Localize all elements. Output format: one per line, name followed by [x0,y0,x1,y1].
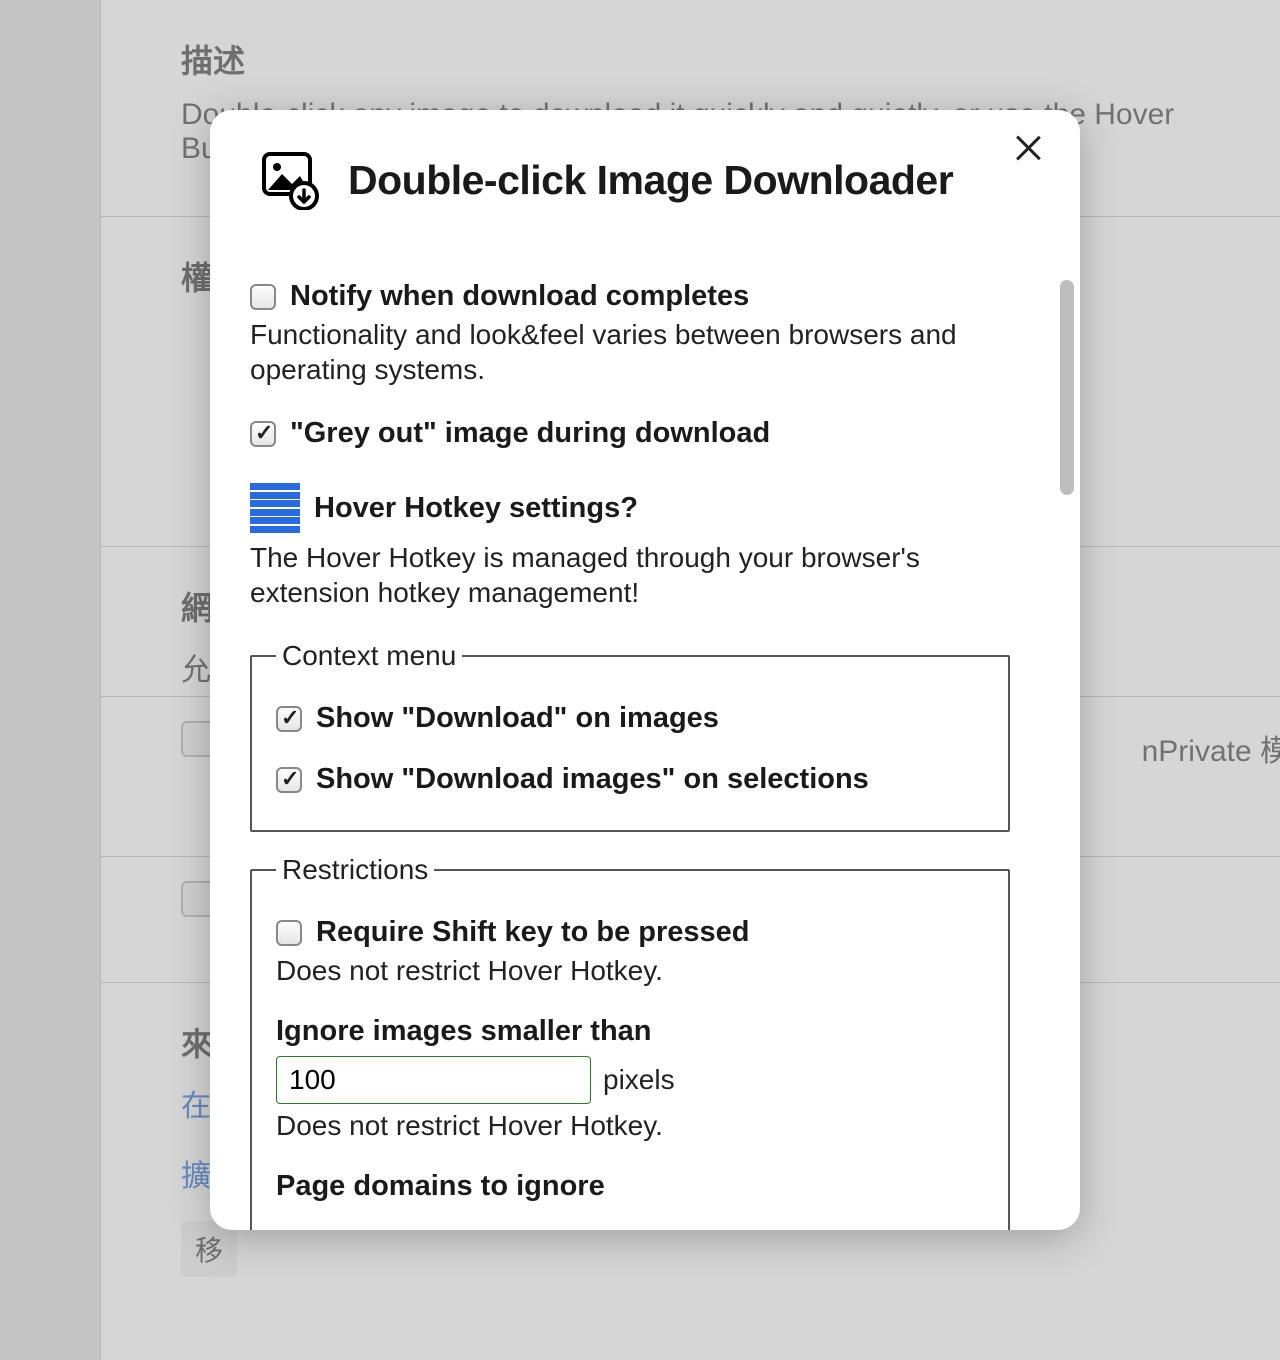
option-notify: Notify when download completes Functiona… [250,280,1010,387]
res-ignore-label: Ignore images smaller than [276,1015,984,1048]
modal-title: Double-click Image Downloader [348,157,953,204]
px-unit: pixels [603,1064,675,1096]
ctx-item2-label: Show "Download images" on selections [316,763,869,796]
extension-options-modal: Double-click Image Downloader Notify whe… [210,110,1080,1230]
fieldset-context-menu: Context menu Show "Download" on images S… [250,640,1010,832]
hh-label: Hover Hotkey settings? [314,492,638,525]
modal-body: Notify when download completes Functiona… [210,280,1080,1230]
res-domains-label: Page domains to ignore [276,1170,984,1203]
close-icon[interactable] [1010,130,1046,166]
checkbox-notify[interactable] [250,284,276,310]
extension-icon [260,150,320,210]
res-shift-label: Require Shift key to be pressed [316,916,750,949]
fieldset-restrictions: Restrictions Require Shift key to be pre… [250,854,1010,1230]
min-size-input[interactable] [276,1056,591,1104]
checkbox-greyout[interactable] [250,421,276,447]
notify-label: Notify when download completes [290,280,749,313]
modal-header: Double-click Image Downloader [210,110,1080,230]
greyout-label: "Grey out" image during download [290,417,770,450]
ctx-legend: Context menu [276,640,462,672]
res-shift-help: Does not restrict Hover Hotkey. [276,955,984,987]
scrollbar-thumb[interactable] [1060,280,1074,495]
notify-help: Functionality and look&feel varies betwe… [250,317,1010,387]
hamburger-list-icon [250,480,300,536]
hh-help: The Hover Hotkey is managed through your… [250,540,1010,610]
res-ignore-help: Does not restrict Hover Hotkey. [276,1110,984,1142]
checkbox-require-shift[interactable] [276,920,302,946]
scroll-area: Notify when download completes Functiona… [210,280,1050,1230]
checkbox-ctx-download-selections[interactable] [276,767,302,793]
res-legend: Restrictions [276,854,434,886]
ctx-item1-label: Show "Download" on images [316,702,719,735]
option-greyout: "Grey out" image during download [250,417,1010,450]
option-hover-hotkey: Hover Hotkey settings? The Hover Hotkey … [250,480,1010,610]
checkbox-ctx-download-images[interactable] [276,706,302,732]
